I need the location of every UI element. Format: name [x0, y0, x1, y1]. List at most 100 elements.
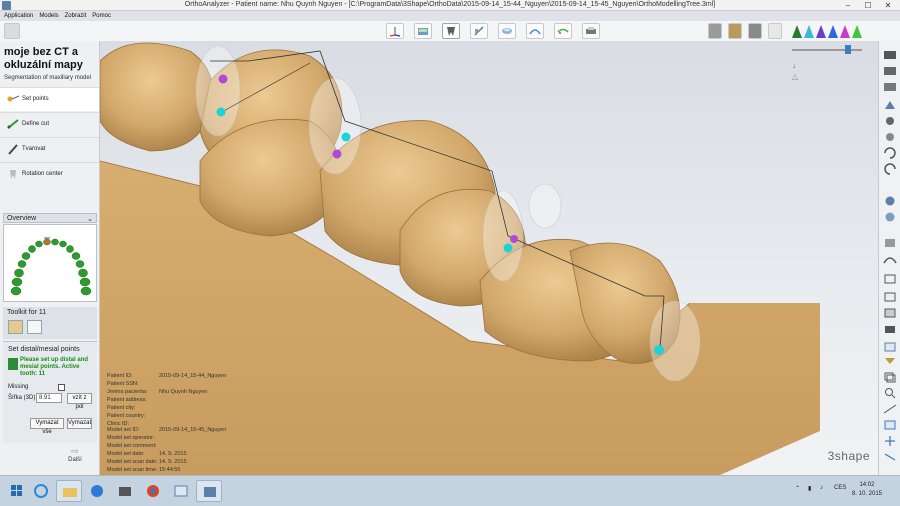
step-set-points[interactable]: Set points: [0, 87, 99, 111]
set-points-message: Please set up distal and mesial points. …: [20, 357, 89, 377]
step-label: Tvarovat: [22, 146, 46, 152]
pan-icon[interactable]: [882, 435, 898, 447]
tooth-icon[interactable]: [442, 23, 460, 39]
brand-logo: 3shape: [827, 449, 870, 463]
collapse-icon[interactable]: [882, 355, 898, 367]
grid-icon[interactable]: [882, 273, 898, 285]
camera-icon[interactable]: [882, 323, 898, 335]
explorer-icon[interactable]: [56, 480, 82, 502]
arch-view-icon[interactable]: [882, 253, 898, 265]
workflow-subtitle: Segmentation of maxillary model: [4, 75, 92, 81]
from-pol-button[interactable]: vzít z pol: [67, 393, 92, 410]
box-icon[interactable]: [882, 291, 898, 303]
clock[interactable]: 14:02 8. 10. 2015: [852, 481, 882, 499]
overview-header[interactable]: Overview ⌄: [3, 213, 97, 223]
minimize-button[interactable]: –: [838, 0, 858, 11]
bracket-icon[interactable]: [470, 23, 488, 39]
3d-viewport[interactable]: Patient ID: 2015-09-14_15-44_Nguyen Patie…: [100, 41, 878, 475]
patient-info: Patient ID: 2015-09-14_15-44_Nguyen Patie…: [107, 373, 227, 427]
expand-icon[interactable]: [882, 451, 898, 463]
layer-icon[interactable]: [882, 237, 898, 249]
step-label: Rotation center: [22, 171, 63, 177]
menu-pomoc[interactable]: Pomoc: [92, 11, 111, 21]
section-icon[interactable]: [882, 307, 898, 319]
orthoanalyzer-taskbar-icon[interactable]: [196, 480, 222, 502]
app-window-icon[interactable]: [168, 480, 194, 502]
toolkit-label: Toolkit for 11: [7, 309, 47, 316]
clear-button[interactable]: Vymazat: [67, 418, 92, 429]
missing-checkbox[interactable]: [58, 384, 65, 391]
right-toolbar: [878, 41, 900, 475]
transparency-icon[interactable]: [768, 23, 782, 39]
toolkit-panel: Toolkit for 11: [3, 307, 97, 339]
measure-icon[interactable]: [882, 403, 898, 415]
set-points-panel: Set distal/mesial points Please set up d…: [3, 341, 97, 443]
camera-app-icon[interactable]: [112, 480, 138, 502]
texture-icon[interactable]: [728, 23, 742, 39]
fit-icon[interactable]: [882, 419, 898, 431]
rotate-back-icon[interactable]: [882, 163, 898, 175]
arch-icon[interactable]: [526, 23, 544, 39]
menu-zobrazit[interactable]: Zobrazit: [65, 11, 87, 21]
clock-date: 8. 10. 2015: [851, 491, 882, 497]
home-icon[interactable]: [4, 23, 20, 39]
occlusion-icon[interactable]: [554, 23, 572, 39]
model-shape-icon[interactable]: [708, 23, 722, 39]
left-panel: moje bez CT a okluzální mapy Segmentatio…: [0, 41, 100, 475]
view-front-icon[interactable]: [882, 99, 898, 111]
model-orient-2-icon[interactable]: [882, 211, 898, 223]
chevron-down-icon[interactable]: ⌄: [87, 215, 93, 223]
printer-icon[interactable]: [582, 23, 600, 39]
both-jaws-icon[interactable]: [882, 81, 898, 93]
split-icon[interactable]: [748, 23, 762, 39]
lower-jaw-icon[interactable]: [882, 65, 898, 77]
step-rotation-center[interactable]: Rotation center: [0, 162, 99, 186]
copy-icon[interactable]: [882, 371, 898, 383]
view-top-icon[interactable]: [882, 131, 898, 143]
tray-up-icon[interactable]: ⌃: [795, 485, 800, 492]
model-info: Model set ID: 2015-09-14_15-45_Nguyen Mod…: [107, 427, 227, 473]
axis-icon[interactable]: [386, 23, 404, 39]
overview-arch-map[interactable]: [3, 224, 97, 302]
zoom-icon[interactable]: [882, 387, 898, 399]
maximize-button[interactable]: ☐: [858, 0, 878, 11]
teamviewer-icon[interactable]: [84, 480, 110, 502]
step-define-cut[interactable]: Define cut: [0, 112, 99, 136]
tray-volume-icon[interactable]: ♪: [820, 485, 823, 491]
menu-models[interactable]: Models: [39, 11, 58, 21]
start-icon[interactable]: [4, 480, 30, 502]
triangle-icon[interactable]: △: [792, 72, 798, 81]
step-label: Set points: [22, 96, 49, 102]
tooth-color-icons[interactable]: [790, 23, 872, 39]
tray-network-icon[interactable]: ▮: [808, 485, 811, 492]
next-button[interactable]: ⇨ Další: [60, 446, 90, 463]
step-label: Define cut: [22, 121, 50, 127]
folder-tool-icon[interactable]: [8, 320, 23, 334]
upper-jaw-icon[interactable]: [882, 49, 898, 61]
menu-bar: Application Models Zobrazit Pomoc: [0, 11, 300, 21]
scan-icon[interactable]: [498, 23, 516, 39]
close-button[interactable]: ✕: [878, 0, 898, 11]
ie-browser-icon[interactable]: [28, 480, 54, 502]
arch-map-icon: [10, 237, 92, 296]
overview-label: Overview: [7, 215, 37, 222]
view-side-icon[interactable]: [882, 115, 898, 127]
opacity-slider[interactable]: [792, 49, 862, 51]
chrome-icon[interactable]: [140, 480, 166, 502]
model-view-icon[interactable]: [414, 23, 432, 39]
step-tvarovat[interactable]: Tvarovat: [0, 137, 99, 161]
arrow-right-icon: ⇨: [71, 446, 79, 456]
rotate-icon[interactable]: [882, 147, 898, 159]
title-bar: OrthoAnalyzer - Patient name: Nhu Quynh …: [0, 0, 900, 11]
set-points-icon: [7, 95, 20, 102]
model-orient-icon[interactable]: [882, 195, 898, 207]
arrow-down-icon[interactable]: ↓: [792, 61, 796, 70]
transparent-icon[interactable]: [882, 341, 898, 353]
width-field[interactable]: 8.91: [36, 393, 62, 403]
language-indicator[interactable]: CES: [834, 485, 846, 491]
clear-all-button[interactable]: Vymazat vše: [30, 418, 64, 435]
menu-application[interactable]: Application: [4, 11, 33, 21]
tooth-tool-icon[interactable]: [27, 320, 42, 334]
tooth-molar-1: [100, 42, 213, 152]
slider-handle[interactable]: [845, 45, 851, 54]
